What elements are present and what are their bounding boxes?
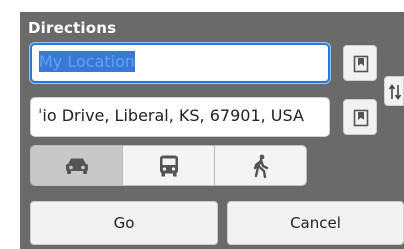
dialog-title: Directions: [28, 19, 117, 37]
go-button[interactable]: Go: [30, 201, 218, 245]
bus-icon: [159, 155, 178, 176]
travel-mode-selector: [30, 145, 307, 186]
destination-text: ˈio Drive, Liberal, KS, 67901, USA: [38, 106, 304, 125]
bookmark-icon: [353, 55, 369, 73]
start-bookmark-button[interactable]: [343, 45, 377, 81]
cancel-button[interactable]: Cancel: [227, 201, 404, 245]
mode-transit-button[interactable]: [123, 146, 215, 185]
walk-icon: [253, 154, 268, 178]
bookmark-icon: [353, 109, 369, 127]
selected-text: My Location: [39, 51, 136, 72]
swap-locations-button[interactable]: [384, 76, 404, 106]
swap-icon: [388, 84, 402, 100]
start-location-field[interactable]: My Location: [30, 43, 330, 83]
mode-driving-button[interactable]: [31, 146, 123, 185]
mode-walking-button[interactable]: [215, 146, 306, 185]
start-location-text: My Location: [39, 51, 136, 72]
dialog-actions: Go Cancel: [30, 201, 404, 245]
destination-bookmark-button[interactable]: [343, 99, 377, 135]
destination-field[interactable]: ˈio Drive, Liberal, KS, 67901, USA: [30, 97, 330, 137]
car-icon: [65, 158, 88, 174]
